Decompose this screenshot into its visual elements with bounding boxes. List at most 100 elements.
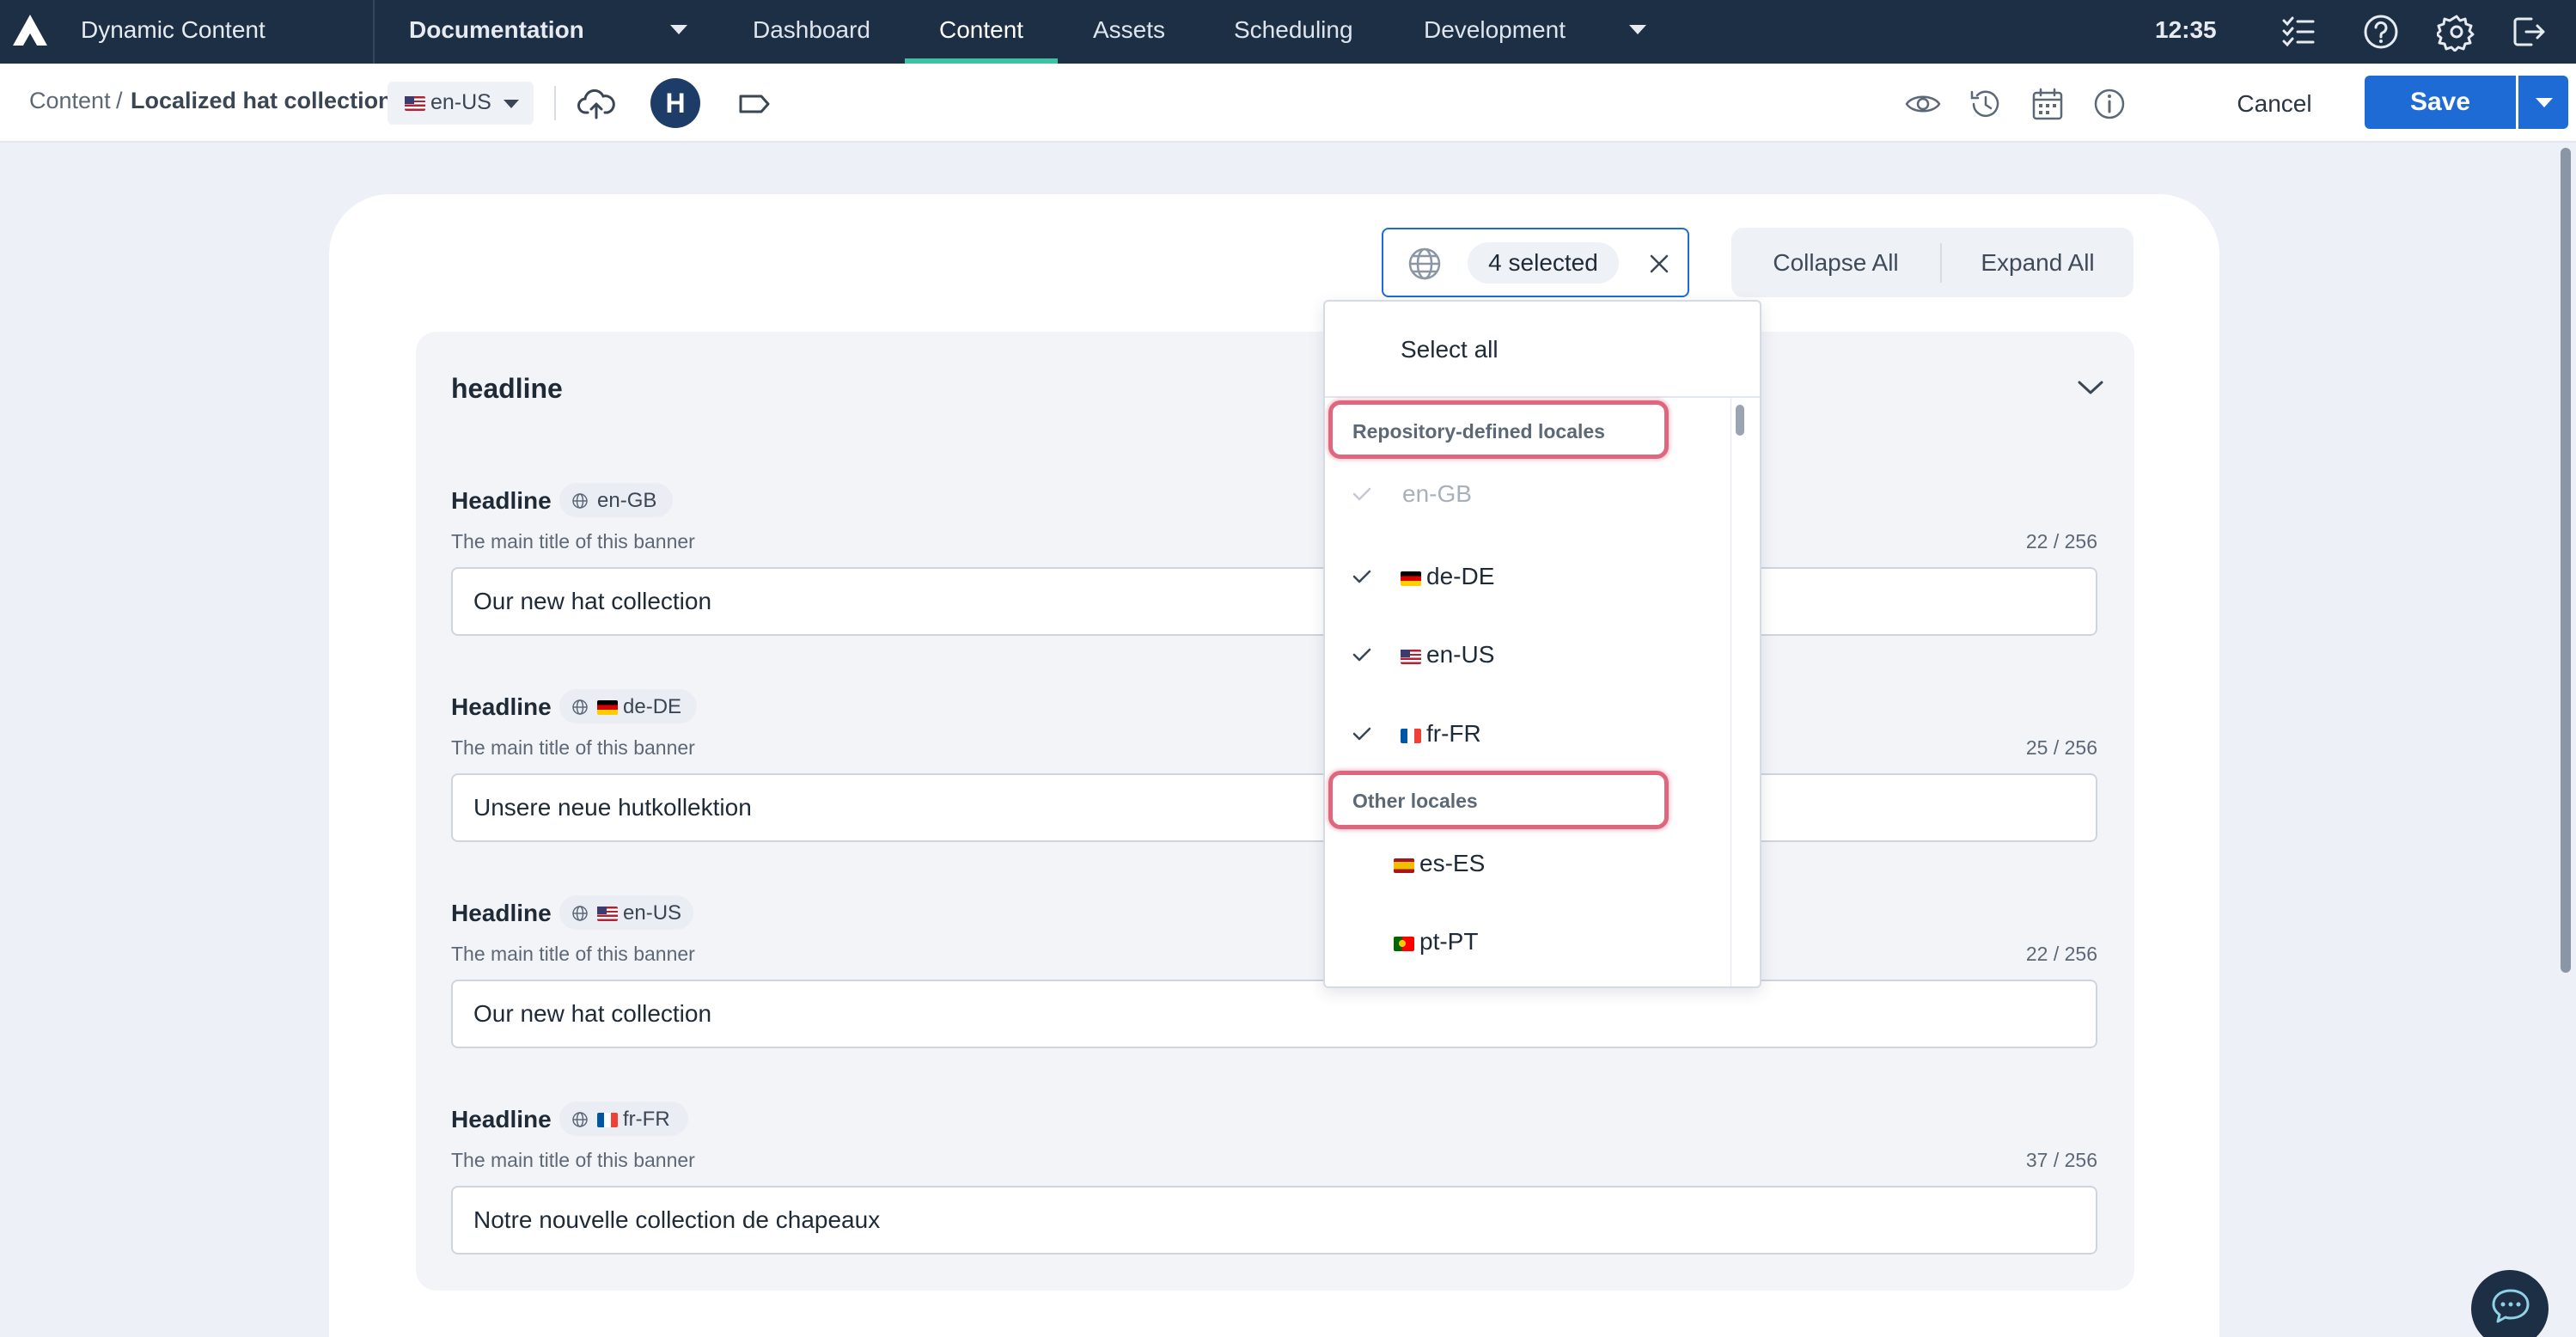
pt-flag-icon xyxy=(1394,937,1414,951)
calendar-icon[interactable] xyxy=(2029,85,2066,123)
locale-option-label: pt-PT xyxy=(1419,928,1479,955)
tag-icon[interactable] xyxy=(736,85,773,123)
locale-selector[interactable]: en-US xyxy=(388,82,534,125)
us-flag-icon xyxy=(405,96,425,111)
globe-icon xyxy=(572,699,588,715)
save-options-button[interactable] xyxy=(2518,76,2568,129)
locale-chip: en-US xyxy=(559,895,693,930)
chat-icon xyxy=(2492,1289,2530,1323)
dropdown-scrollbar[interactable] xyxy=(1731,398,1760,986)
chevron-down-icon[interactable] xyxy=(2076,378,2105,397)
locale-chip-label: fr-FR xyxy=(623,1108,670,1131)
check-icon xyxy=(1352,648,1371,662)
field-description: The main title of this banner xyxy=(451,1149,695,1171)
locale-chip: de-DE xyxy=(559,689,697,723)
save-button[interactable]: Save xyxy=(2365,76,2516,129)
field-label: Headline xyxy=(451,487,552,514)
locale-chip: fr-FR xyxy=(559,1102,688,1136)
headline-input[interactable] xyxy=(473,569,2072,634)
locale-chip-label: en-US xyxy=(623,901,682,925)
page-scrollbar-thumb[interactable] xyxy=(2561,148,2571,973)
checklist-icon[interactable] xyxy=(2279,12,2318,52)
upload-cloud-icon[interactable] xyxy=(577,85,615,123)
chevron-down-icon[interactable] xyxy=(670,25,687,34)
globe-icon xyxy=(1408,247,1441,280)
locale-chip: en-GB xyxy=(559,483,673,517)
headline-input[interactable] xyxy=(473,775,2072,840)
section-title: headline xyxy=(451,373,563,404)
menu-divider xyxy=(1325,396,1760,398)
settings-icon[interactable] xyxy=(2437,12,2476,52)
history-icon[interactable] xyxy=(1967,85,2005,123)
us-flag-icon xyxy=(597,907,618,921)
help-icon[interactable] xyxy=(2361,12,2401,52)
preview-eye-icon[interactable] xyxy=(1904,85,1942,123)
group-header-other: Other locales xyxy=(1352,790,1478,812)
locale-chip-label: de-DE xyxy=(623,695,682,718)
character-count: 22 / 256 xyxy=(2025,943,2097,965)
nav-scheduling[interactable]: Scheduling xyxy=(1234,0,1353,64)
check-icon xyxy=(1352,727,1371,741)
locale-selector-label: en-US xyxy=(430,90,491,114)
app-name: Dynamic Content xyxy=(81,16,266,43)
headline-field-de-de[interactable] xyxy=(451,773,2097,842)
hub-selector[interactable]: Documentation xyxy=(409,0,584,64)
select-all-option[interactable]: Select all xyxy=(1401,336,1499,363)
cancel-button[interactable]: Cancel xyxy=(2222,82,2327,125)
field-description: The main title of this banner xyxy=(451,943,695,965)
globe-icon xyxy=(572,906,588,921)
content-toolbar: Content / Localized hat collection en-US… xyxy=(0,64,2576,143)
fr-flag-icon xyxy=(1401,729,1421,743)
locale-option-label: fr-FR xyxy=(1426,720,1481,747)
locale-filter[interactable]: 4 selected xyxy=(1382,228,1689,297)
check-icon xyxy=(1352,487,1371,501)
headline-input[interactable] xyxy=(473,981,2072,1047)
character-count: 22 / 256 xyxy=(2025,530,2097,553)
nav-development[interactable]: Development xyxy=(1424,0,1566,64)
expand-all-button[interactable]: Expand All xyxy=(1942,228,2133,297)
top-navigation-bar: Dynamic Content Documentation Dashboard … xyxy=(0,0,2576,64)
es-flag-icon xyxy=(1394,858,1414,873)
logout-icon[interactable] xyxy=(2509,12,2549,52)
check-icon xyxy=(1352,570,1371,583)
nav-content[interactable]: Content xyxy=(939,0,1023,64)
nav-dashboard[interactable]: Dashboard xyxy=(753,0,870,64)
character-count: 25 / 256 xyxy=(2025,736,2097,759)
toolbar-divider xyxy=(554,86,556,120)
collapse-all-button[interactable]: Collapse All xyxy=(1731,228,1940,297)
close-icon[interactable] xyxy=(1646,251,1672,277)
headline-field-en-us[interactable] xyxy=(451,980,2097,1048)
collapse-expand-group: Collapse All Expand All xyxy=(1731,228,2133,297)
globe-icon xyxy=(572,1112,588,1127)
headline-field-en-gb[interactable] xyxy=(451,567,2097,636)
locale-option-de-de[interactable]: de-DE xyxy=(1401,563,1494,590)
field-label: Headline xyxy=(451,1106,552,1132)
avatar[interactable]: H xyxy=(650,78,700,128)
nav-divider xyxy=(373,0,375,64)
field-label: Headline xyxy=(451,900,552,926)
info-icon[interactable] xyxy=(2091,85,2128,123)
chevron-down-icon xyxy=(504,100,519,108)
locale-option-en-us[interactable]: en-US xyxy=(1401,641,1494,668)
locale-option-en-gb: en-GB xyxy=(1402,480,1472,507)
chat-launcher-button[interactable] xyxy=(2471,1270,2549,1337)
field-description: The main title of this banner xyxy=(451,530,695,553)
breadcrumb-separator: / xyxy=(116,88,123,113)
dropdown-scrollbar-thumb[interactable] xyxy=(1736,405,1744,436)
headline-input[interactable] xyxy=(473,1187,2072,1253)
locale-option-pt-pt[interactable]: pt-PT xyxy=(1394,928,1478,955)
us-flag-icon xyxy=(1401,650,1421,664)
locale-option-fr-fr[interactable]: fr-FR xyxy=(1401,720,1481,748)
globe-icon xyxy=(572,493,588,509)
selected-count-badge: 4 selected xyxy=(1468,242,1619,284)
de-flag-icon xyxy=(597,700,618,715)
chevron-down-icon[interactable] xyxy=(1629,25,1646,34)
nav-assets[interactable]: Assets xyxy=(1093,0,1165,64)
app-logo-icon[interactable] xyxy=(10,12,50,48)
field-description: The main title of this banner xyxy=(451,736,695,759)
headline-field-fr-fr[interactable] xyxy=(451,1186,2097,1255)
field-label: Headline xyxy=(451,693,552,720)
breadcrumb-root[interactable]: Content xyxy=(29,88,111,114)
locale-chip-label: en-GB xyxy=(597,489,657,512)
locale-option-es-es[interactable]: es-ES xyxy=(1394,850,1485,877)
